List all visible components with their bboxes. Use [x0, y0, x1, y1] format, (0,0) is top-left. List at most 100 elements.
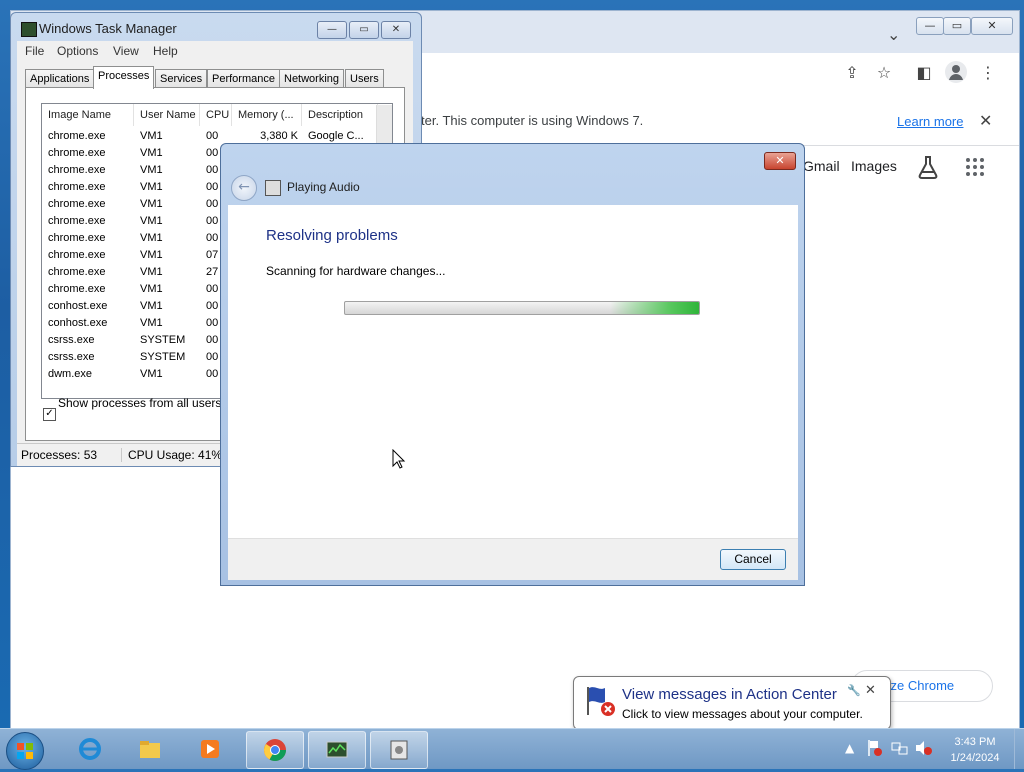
labs-flask-icon[interactable]	[917, 155, 939, 182]
clock-date: 1/24/2024	[950, 752, 1000, 764]
maximize-button[interactable]: ▭	[943, 17, 971, 35]
tab-search-dropdown-icon[interactable]: ⌄	[887, 25, 900, 44]
image-name-cell: chrome.exe	[48, 164, 106, 176]
taskbar-media-player[interactable]	[182, 731, 238, 767]
show-all-users-checkbox[interactable]: ✓	[43, 408, 56, 421]
taskbar: ▲ 3:43 PM 1/24/2024	[0, 728, 1024, 770]
tm-minimize-button[interactable]: —	[317, 21, 347, 39]
menu-help[interactable]: Help	[153, 44, 178, 58]
apps-grid-icon[interactable]	[965, 157, 985, 180]
image-name-cell: conhost.exe	[48, 317, 108, 329]
action-center-balloon[interactable]: View messages in Action Center Click to …	[573, 676, 891, 730]
image-name-cell: chrome.exe	[48, 181, 106, 193]
dialog-heading: Resolving problems	[266, 227, 398, 244]
task-manager-icon	[326, 741, 348, 758]
profile-avatar-icon[interactable]	[945, 61, 967, 83]
image-name-cell: chrome.exe	[48, 249, 106, 261]
chrome-icon	[264, 739, 286, 761]
show-all-users-label[interactable]: Show processes from all users	[58, 396, 221, 410]
troubleshooter-dialog: ✕ ← Playing Audio Resolving problems Sca…	[220, 143, 805, 586]
infobar-close-icon[interactable]: ✕	[979, 111, 992, 130]
show-hidden-icons-arrow[interactable]: ▲	[845, 741, 854, 755]
learn-more-link[interactable]: Learn more	[897, 114, 963, 129]
tab-applications[interactable]: Applications	[25, 69, 95, 88]
column-cpu[interactable]: CPU	[200, 104, 232, 126]
taskbar-ie[interactable]	[62, 731, 118, 767]
menu-view[interactable]: View	[113, 44, 139, 58]
user-name-cell: VM1	[140, 164, 163, 176]
taskbar-explorer[interactable]	[122, 731, 178, 767]
image-name-cell: chrome.exe	[48, 130, 106, 142]
column-memory[interactable]: Memory (...	[232, 104, 302, 126]
tab-services[interactable]: Services	[155, 69, 208, 88]
image-name-cell: chrome.exe	[48, 147, 106, 159]
dialog-title: Playing Audio	[287, 180, 360, 194]
close-window-button[interactable]: ✕	[971, 17, 1013, 35]
system-clock[interactable]: 3:43 PM 1/24/2024	[940, 734, 1010, 766]
show-desktop-button[interactable]	[1014, 729, 1024, 769]
column-description[interactable]: Description	[302, 104, 378, 126]
gmail-link[interactable]: Gmail	[803, 158, 840, 174]
image-name-cell: chrome.exe	[48, 232, 106, 244]
user-name-cell: VM1	[140, 181, 163, 193]
column-image-name[interactable]: Image Name	[42, 104, 134, 126]
menu-options[interactable]: Options	[57, 44, 98, 58]
balloon-title[interactable]: View messages in Action Center	[622, 686, 837, 703]
troubleshooter-icon	[390, 740, 408, 760]
image-name-cell: chrome.exe	[48, 198, 106, 210]
infobar-text: ter. This computer is using Windows 7.	[421, 113, 644, 128]
media-player-icon	[201, 740, 219, 758]
taskbar-chrome[interactable]	[246, 731, 304, 769]
volume-muted-tray-icon[interactable]	[915, 740, 933, 759]
column-user-name[interactable]: User Name	[134, 104, 200, 126]
internet-explorer-icon	[79, 738, 101, 760]
taskbar-troubleshooter[interactable]	[370, 731, 428, 769]
user-name-cell: VM1	[140, 266, 163, 278]
user-name-cell: VM1	[140, 147, 163, 159]
folder-icon	[140, 741, 160, 758]
bookmark-star-icon[interactable]: ☆	[873, 63, 895, 82]
troubleshooter-app-icon	[265, 180, 281, 196]
dialog-content: Resolving problems Scanning for hardware…	[228, 205, 798, 538]
dialog-status-message: Scanning for hardware changes...	[266, 264, 446, 278]
tm-close-button[interactable]: ✕	[381, 21, 411, 39]
chrome-menu-icon[interactable]: ⋮	[977, 63, 999, 82]
action-center-tray-icon[interactable]	[867, 739, 883, 760]
progress-bar-fill	[345, 302, 699, 314]
cpu-usage: CPU Usage: 41%	[121, 448, 222, 462]
back-arrow-icon[interactable]: ←	[231, 175, 257, 201]
tab-users[interactable]: Users	[345, 69, 384, 88]
wrench-icon[interactable]: 🔧	[847, 684, 861, 697]
side-panel-icon[interactable]: ◧	[913, 63, 935, 82]
image-name-cell: chrome.exe	[48, 266, 106, 278]
balloon-close-icon[interactable]: ✕	[865, 683, 876, 698]
user-name-cell: VM1	[140, 232, 163, 244]
user-name-cell: SYSTEM	[140, 334, 186, 346]
user-name-cell: VM1	[140, 317, 163, 329]
cancel-button[interactable]: Cancel	[720, 549, 786, 570]
user-name-cell: VM1	[140, 283, 163, 295]
start-button[interactable]	[6, 732, 44, 770]
tm-maximize-button[interactable]: ▭	[349, 21, 379, 39]
images-link[interactable]: Images	[851, 158, 897, 174]
tab-performance[interactable]: Performance	[207, 69, 280, 88]
minimize-button[interactable]: —	[916, 17, 944, 35]
taskbar-task-manager[interactable]	[308, 731, 366, 769]
image-name-cell: csrss.exe	[48, 334, 95, 346]
dialog-footer: Cancel	[228, 538, 798, 580]
image-name-cell: chrome.exe	[48, 215, 106, 227]
balloon-subtitle[interactable]: Click to view messages about your comput…	[622, 707, 863, 721]
share-icon[interactable]: ⇪	[841, 63, 863, 82]
processes-count: Processes: 53	[21, 448, 98, 462]
task-manager-title: Windows Task Manager	[39, 21, 177, 36]
network-tray-icon[interactable]	[891, 740, 909, 759]
tab-networking[interactable]: Networking	[279, 69, 345, 88]
menu-file[interactable]: File	[25, 44, 44, 58]
tab-processes[interactable]: Processes	[93, 66, 155, 89]
clock-time: 3:43 PM	[954, 736, 996, 748]
image-name-cell: conhost.exe	[48, 300, 108, 312]
progress-bar	[344, 301, 700, 315]
dialog-close-button[interactable]: ✕	[764, 152, 796, 170]
mouse-cursor-icon	[392, 448, 406, 472]
image-name-cell: chrome.exe	[48, 283, 106, 295]
